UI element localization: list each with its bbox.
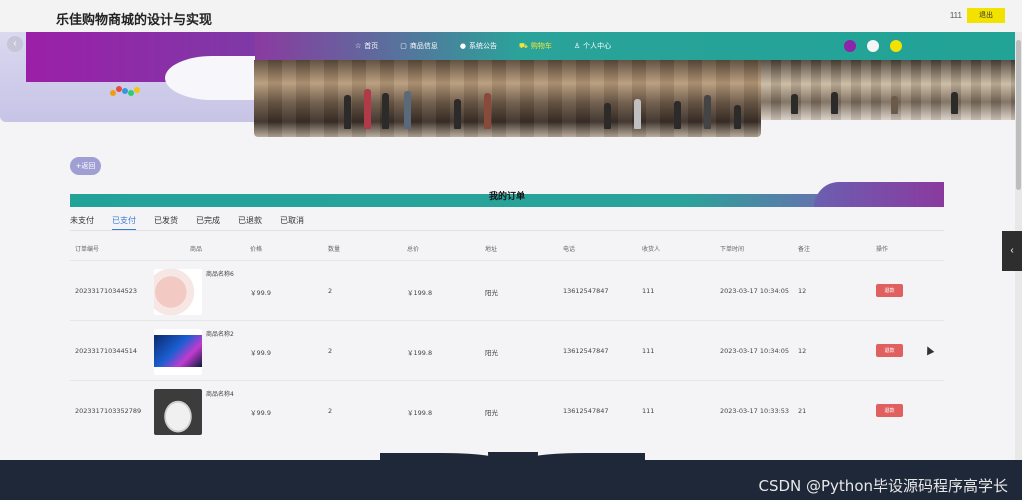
cell-note: 12 (798, 287, 807, 295)
table-row: 202331710344523 ￥99.9 2 ￥199.8 阳光 13612547847… (70, 260, 944, 320)
back-button[interactable]: +返回 (70, 157, 101, 175)
column-header: 总价 (407, 246, 420, 253)
banner-image (254, 60, 761, 137)
cell-note: 12 (798, 347, 807, 355)
refund-button[interactable]: 退款 (876, 284, 903, 297)
cell-qty: 2 (328, 347, 333, 355)
theme-swatches (844, 40, 902, 52)
cell-receiver: 111 (642, 287, 655, 295)
nav-item-3[interactable]: ⛟ 购物车 (519, 41, 552, 51)
nav-item-4[interactable]: ♙ 个人中心 (574, 41, 611, 51)
cell-note: 21 (798, 407, 807, 415)
cell-time: 2023-03-17 10:34:05 (720, 287, 790, 295)
column-header: 电话 (563, 246, 576, 253)
cell-total: ￥199.8 (407, 409, 433, 417)
nav-item-2[interactable]: ● 系统公告 (460, 41, 497, 51)
chevron-left-icon[interactable]: ‹ (1002, 231, 1022, 271)
person-icon: ♙ (573, 42, 581, 50)
nav-item-label: 首页 (364, 42, 379, 50)
logout-button[interactable]: 退出 (967, 8, 1005, 23)
cell-price: ￥99.9 (250, 289, 271, 297)
product-shoe-image[interactable] (154, 389, 202, 435)
tabs-divider (70, 230, 944, 231)
tab-2[interactable]: 已发货 (154, 215, 178, 230)
column-header: 下单时间 (720, 246, 745, 253)
cell-phone: 13612547847 (563, 287, 609, 295)
main-nav: ☆ 首页 ▢ 商品信息 ● 系统公告 ⛟ 购物车 ♙ 个人中心 (255, 32, 1015, 60)
footer-decoration (380, 453, 500, 467)
cell-address: 阳光 (485, 289, 498, 297)
dot-icon: ● (459, 42, 467, 50)
cell-phone: 13612547847 (563, 347, 609, 355)
refund-button[interactable]: 退款 (876, 404, 903, 417)
column-header: 价格 (250, 246, 263, 253)
page-title: 我的订单 (488, 192, 525, 202)
product-fan-image[interactable] (154, 269, 202, 315)
cell-receiver: 111 (642, 407, 655, 415)
refund-button[interactable]: 退款 (876, 344, 903, 357)
nav-item-label: 商品信息 (409, 42, 438, 50)
cell-total: ￥199.8 (407, 289, 433, 297)
header-decoration-curve (165, 56, 260, 100)
column-header: 地址 (485, 246, 498, 253)
order-status-tabs: 未支付 已支付 已发货 已完成 已退款 已取消 (70, 215, 322, 230)
table-row: 2023317103352789 ￥99.9 2 ￥199.8 阳光 1361254784… (70, 380, 944, 440)
column-header: 操作 (876, 246, 889, 253)
column-header: 订单编号 (75, 246, 100, 253)
bag-icon: ▢ (400, 42, 407, 50)
tab-1[interactable]: 已支付 (112, 215, 136, 230)
user-name[interactable]: 111 (950, 11, 962, 20)
cell-order-no: 202331710344523 (75, 287, 138, 295)
theme-swatch-2[interactable] (890, 40, 902, 52)
orders-table: 订单编号 商品 价格 数量 总价 地址 电话 收货人 下单时间 备注 操作 202331710344… (70, 240, 944, 440)
theme-swatch-0[interactable] (844, 40, 856, 52)
tab-0[interactable]: 未支付 (70, 215, 94, 230)
cell-order-no: 2023317103352789 (75, 407, 142, 415)
cell-time: 2023-03-17 10:33:53 (720, 407, 790, 415)
star-icon: ☆ (355, 42, 362, 50)
table-header: 订单编号 商品 价格 数量 总价 地址 电话 收货人 下单时间 备注 操作 (70, 240, 944, 260)
cell-phone: 13612547847 (563, 407, 609, 415)
table-row: 202331710344514 ￥99.9 2 ￥199.8 阳光 13612547847… (70, 320, 944, 380)
cell-total: ￥199.8 (407, 349, 433, 357)
cell-price: ￥99.9 (250, 349, 271, 357)
tab-5[interactable]: 已取消 (280, 215, 304, 230)
tab-3[interactable]: 已完成 (196, 215, 220, 230)
nav-item-label: 系统公告 (469, 42, 498, 50)
cell-time: 2023-03-17 10:34:05 (720, 347, 790, 355)
chevron-left-icon[interactable]: ‹ (7, 36, 23, 52)
cell-receiver: 111 (642, 347, 655, 355)
column-header: 数量 (328, 246, 341, 253)
product-name[interactable]: 商品名称6 (206, 269, 234, 278)
footer-decoration (525, 453, 645, 467)
site-title: 乐佳购物商城的设计与实现 (56, 13, 213, 28)
cell-address: 阳光 (485, 349, 498, 357)
paint-splash-icon (110, 86, 140, 98)
nav-item-0[interactable]: ☆ 首页 (355, 41, 378, 51)
nav-item-1[interactable]: ▢ 商品信息 (400, 41, 438, 51)
cell-qty: 2 (328, 287, 333, 295)
column-header: 商品 (190, 246, 203, 253)
nav-item-label: 购物车 (530, 42, 552, 50)
cell-qty: 2 (328, 407, 333, 415)
cell-order-no: 202331710344514 (75, 347, 138, 355)
cell-address: 阳光 (485, 409, 498, 417)
cart-icon: ⛟ (519, 41, 528, 50)
product-name[interactable]: 商品名称4 (206, 389, 234, 398)
cell-price: ￥99.9 (250, 409, 271, 417)
column-header: 备注 (798, 246, 811, 253)
tab-4[interactable]: 已退款 (238, 215, 262, 230)
scrollbar-thumb[interactable] (1016, 40, 1021, 190)
product-name[interactable]: 商品名称2 (206, 329, 234, 338)
top-header: 乐佳购物商城的设计与实现 111 退出 (0, 0, 1022, 32)
product-tv-image[interactable] (154, 329, 202, 375)
nav-item-label: 个人中心 (583, 42, 612, 50)
theme-swatch-1[interactable] (867, 40, 879, 52)
watermark: CSDN @Python毕设源码程序高学长 (758, 477, 1008, 495)
banner-image-secondary (761, 60, 1015, 120)
column-header: 收货人 (642, 246, 661, 253)
